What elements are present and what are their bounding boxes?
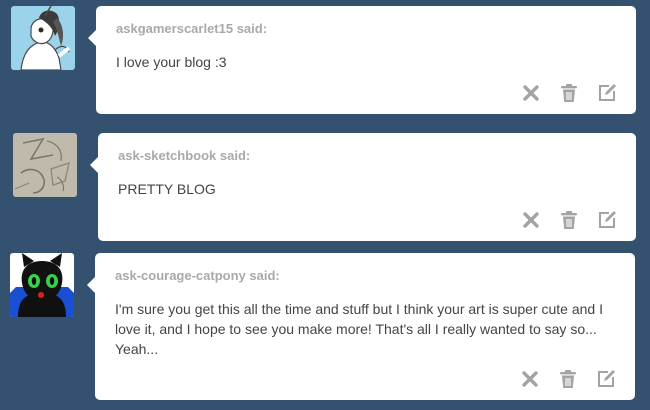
edit-icon (598, 370, 615, 387)
trash-icon (561, 84, 577, 102)
close-icon (522, 371, 538, 387)
close-icon (523, 85, 539, 101)
question-text: I love your blog :3 (116, 54, 227, 70)
close-icon (523, 212, 539, 228)
ask-actions (519, 368, 617, 390)
edit-button[interactable] (596, 82, 618, 104)
trash-icon (560, 370, 576, 388)
black-cat-pony-avatar-icon (10, 253, 74, 317)
asker-name[interactable]: ask-courage-catpony said: (115, 268, 280, 283)
question-text: I'm sure you get this all the time and s… (115, 301, 603, 357)
edit-icon (599, 84, 616, 101)
avatar[interactable] (11, 6, 75, 70)
question-text: PRETTY BLOG (118, 181, 216, 197)
delete-button[interactable] (520, 209, 542, 231)
ask-card: ask-sketchbook said: PRETTY BLOG (90, 133, 636, 241)
trash-button[interactable] (557, 368, 579, 390)
ask-actions (520, 82, 618, 104)
delete-button[interactable] (519, 368, 541, 390)
white-pony-avatar-icon (11, 6, 75, 70)
trash-icon (561, 211, 577, 229)
edit-button[interactable] (596, 209, 618, 231)
edit-icon (599, 211, 616, 228)
trash-button[interactable] (558, 82, 580, 104)
sketch-avatar-icon (13, 133, 77, 197)
asker-name[interactable]: ask-sketchbook said: (118, 148, 250, 163)
ask-card: ask-courage-catpony said: I'm sure you g… (87, 253, 635, 400)
avatar[interactable] (13, 133, 77, 197)
ask-card: askgamerscarlet15 said: I love your blog… (88, 6, 636, 114)
delete-button[interactable] (520, 82, 542, 104)
avatar[interactable] (10, 253, 74, 317)
trash-button[interactable] (558, 209, 580, 231)
edit-button[interactable] (595, 368, 617, 390)
ask-post: askgamerscarlet15 said: I love your blog… (0, 0, 650, 120)
asker-name[interactable]: askgamerscarlet15 said: (116, 21, 267, 36)
ask-post: ask-sketchbook said: PRETTY BLOG (0, 127, 650, 247)
ask-post: ask-courage-catpony said: I'm sure you g… (0, 253, 650, 410)
ask-actions (520, 209, 618, 231)
